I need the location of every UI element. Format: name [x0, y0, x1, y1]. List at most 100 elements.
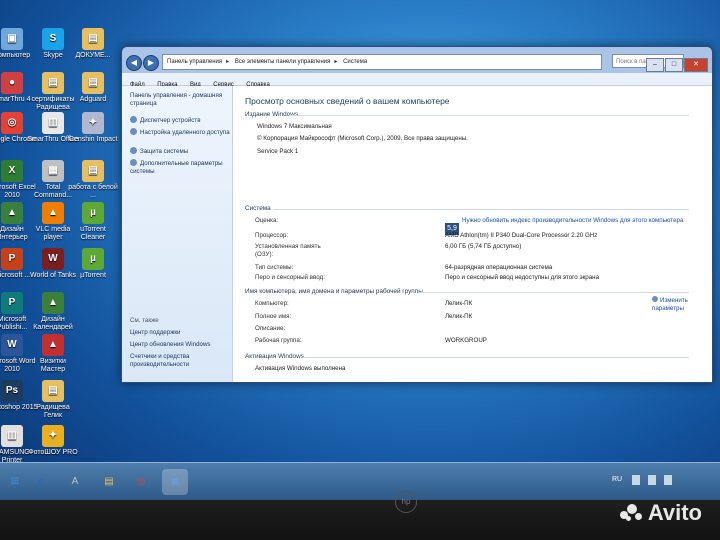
sidebar-remote-settings[interactable]: Настройка удаленного доступа	[130, 128, 230, 137]
memory-label: Установленная память (ОЗУ):	[255, 243, 321, 258]
desktop-icon-radishcheva[interactable]: ▤ Радищева Гелик	[27, 380, 79, 420]
language-indicator[interactable]: RU	[612, 476, 622, 483]
rating-link[interactable]: Нужно обновить индекс производительности…	[462, 217, 683, 225]
processor-label: Процессор:	[255, 232, 289, 239]
network-icon[interactable]	[648, 475, 656, 485]
desktop-icon-docs[interactable]: ▤ ДОКУМЕ...	[67, 28, 119, 60]
taskbar-start-button[interactable]: ⊞	[2, 469, 28, 495]
sidebar-device-manager[interactable]: Диспетчер устройств	[130, 116, 230, 125]
desktop-icon-label: работа с белой ...	[68, 184, 118, 199]
photoshow-icon: ✦	[42, 425, 64, 447]
skype-icon: S	[42, 28, 64, 50]
chrome-icon: ◎	[1, 112, 23, 134]
sidebar-windows-update[interactable]: Центр обновления Windows	[130, 341, 230, 349]
taskbar-ie-button[interactable]: e	[28, 469, 54, 495]
designer-icon: ▲	[1, 202, 23, 224]
taskbar-acrobat-button[interactable]: A	[62, 469, 88, 495]
system-window[interactable]: ◀ ▶ Панель управления ▸ Все элементы пане…	[121, 46, 713, 383]
desktop-icon-label: Визитки Мастер	[40, 358, 66, 373]
memory-value: 6,00 ГБ (5,74 ГБ доступно)	[445, 243, 522, 250]
taskbar: ⊞ e A ▤ ◎ ▣ RU	[0, 462, 720, 500]
control-panel-icon: ▣	[170, 476, 180, 487]
sidebar-item-label: Диспетчер устройств	[140, 117, 201, 124]
taskbar-control-panel-button[interactable]: ▣	[162, 469, 188, 495]
taskbar-chrome-button[interactable]: ◎	[128, 469, 154, 495]
laptop-bezel	[0, 500, 720, 540]
taskbar-explorer-button[interactable]: ▤	[96, 469, 122, 495]
desktop-icon-label: Genshin Impact	[68, 136, 118, 143]
edition-copyright: © Корпорация Майкрософт (Microsoft Corp.…	[257, 135, 468, 142]
service-pack: Service Pack 1	[257, 148, 299, 155]
shield-icon	[130, 116, 137, 123]
sidebar-advanced-settings[interactable]: Дополнительные параметры системы	[130, 159, 230, 176]
workgroup-label: Рабочая группа:	[255, 337, 302, 344]
change-settings-link[interactable]: Изменить параметры	[652, 296, 704, 313]
main-content: Просмотр основных сведений о вашем компь…	[233, 86, 712, 382]
system-type-value: 64-разрядная операционная система	[445, 264, 553, 271]
smarthru-icon: ●	[1, 72, 23, 94]
ie-icon: e	[38, 476, 44, 487]
volume-icon[interactable]	[664, 475, 672, 485]
back-button-icon[interactable]: ◀	[126, 55, 142, 71]
desktop-icon-label: uTorrent Cleaner	[80, 226, 106, 241]
page-title: Просмотр основных сведений о вашем компь…	[245, 96, 450, 106]
breadcrumb-sep-icon: ▸	[334, 59, 338, 65]
flag-icon[interactable]	[632, 475, 640, 485]
chrome-icon: ◎	[136, 476, 146, 487]
full-name-label: Полное имя:	[255, 313, 292, 320]
divider	[289, 115, 689, 116]
docs-icon: ▤	[82, 28, 104, 50]
full-name-value: Лелик-ПК	[445, 313, 473, 320]
sidebar-item-label: Дополнительные параметры системы	[130, 160, 223, 175]
smarthru-office-icon: ▥	[42, 112, 64, 134]
system-header: Система	[245, 205, 271, 212]
shield-icon	[652, 296, 658, 302]
breadcrumb[interactable]: Панель управления ▸ Все элементы панели у…	[162, 54, 602, 70]
sidebar-performance[interactable]: Счетчики и средства производительности	[130, 353, 230, 369]
utorrent-icon: µ	[82, 248, 104, 270]
desktop-icon-label: Дизайн Календарей	[33, 316, 73, 331]
desktop-icon-photoshow[interactable]: ✦ ФотоШОУ PRO	[27, 425, 79, 457]
computer-name-header: Имя компьютера, имя домена и параметры р…	[245, 288, 423, 295]
maximize-button[interactable]: □	[665, 58, 683, 72]
desktop-icon-calendar[interactable]: ▲ Дизайн Календарей	[27, 292, 79, 332]
genshin-icon: ✦	[82, 112, 104, 134]
explorer-icon: ▤	[104, 476, 114, 487]
computer-icon: ▣	[1, 28, 23, 50]
ms-word-icon: W	[1, 334, 23, 356]
desktop-icon-utorrent[interactable]: µ µTorrent	[67, 248, 119, 280]
activation-header: Активация Windows	[245, 353, 304, 360]
desktop-icon-work-folder[interactable]: ▤ работа с белой ...	[67, 160, 119, 200]
avito-watermark: Avito	[619, 500, 702, 526]
forward-button-icon[interactable]: ▶	[143, 55, 159, 71]
desktop: ▣Компьютер●SmarThru 4◎Google ChromeXMicr…	[0, 0, 720, 500]
adguard-icon: ▤	[82, 72, 104, 94]
desktop-icon-adguard[interactable]: ▤ Adguard	[67, 72, 119, 104]
start-icon: ⊞	[10, 476, 20, 487]
certificates-icon: ▤	[42, 72, 64, 94]
hp-logo-icon: hp	[395, 491, 417, 513]
shield-icon	[130, 159, 137, 166]
pen-touch-value: Перо и сенсорный ввод недоступны для это…	[445, 274, 600, 281]
desktop-icon-utorrent-cleaner[interactable]: µ uTorrent Cleaner	[67, 202, 119, 242]
desktop-icon-business[interactable]: ▲ Визитки Мастер	[27, 334, 79, 374]
desktop-icon-label: ДОКУМЕ...	[75, 52, 111, 59]
ms-power-icon: P	[1, 248, 23, 270]
sidebar-system-protection[interactable]: Защита системы	[130, 147, 230, 156]
ms-pub-icon: P	[1, 292, 23, 314]
close-button[interactable]: ✕	[684, 58, 708, 72]
breadcrumb-system[interactable]: Система	[343, 59, 367, 65]
sidebar-home-link[interactable]: Панель управления - домашняя страница	[130, 92, 230, 108]
workgroup-value: WORKGROUP	[445, 337, 487, 344]
desktop-icon-label: µTorrent	[80, 272, 106, 279]
sidebar-action-center[interactable]: Центр поддержки	[130, 329, 230, 337]
desktop-icon-genshin[interactable]: ✦ Genshin Impact	[67, 112, 119, 144]
divider	[303, 357, 689, 358]
breadcrumb-all-items[interactable]: Все элементы панели управления	[235, 59, 331, 65]
wot-icon: W	[42, 248, 64, 270]
divider	[273, 209, 689, 210]
samsung-icon: ▥	[1, 425, 23, 447]
excel-icon: X	[1, 160, 23, 182]
minimize-button[interactable]: –	[646, 58, 664, 72]
breadcrumb-control-panel[interactable]: Панель управления	[167, 59, 222, 65]
